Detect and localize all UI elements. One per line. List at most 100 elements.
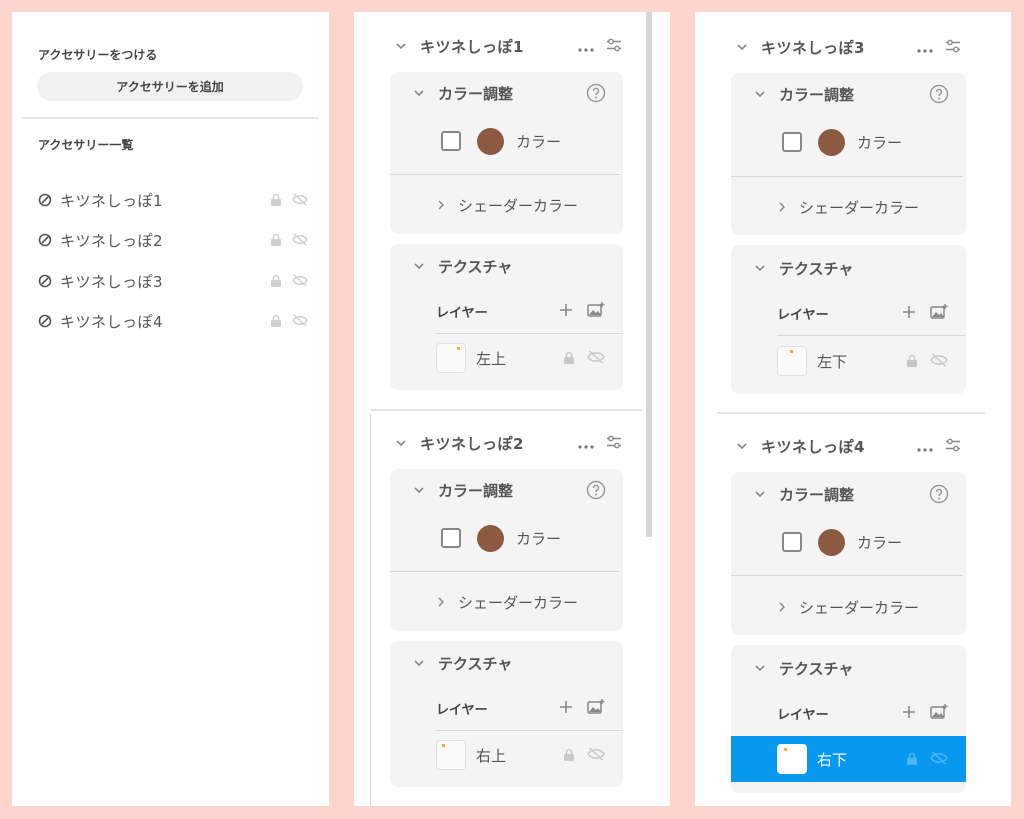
chevron-down-icon[interactable]	[412, 483, 426, 497]
color-swatch[interactable]	[818, 128, 845, 156]
help-icon[interactable]	[929, 84, 949, 104]
chevron-down-icon[interactable]	[412, 259, 426, 273]
chevron-right-icon[interactable]	[776, 201, 788, 213]
chevron-down-icon[interactable]	[753, 87, 767, 101]
eye-off-icon[interactable]	[930, 750, 948, 769]
settings-sliders-icon[interactable]	[945, 437, 961, 456]
color-label: カラー	[516, 529, 562, 548]
add-image-icon[interactable]	[587, 698, 605, 719]
eye-off-icon[interactable]	[292, 231, 308, 250]
layer-name: 左上	[476, 349, 507, 368]
accessory-header[interactable]: キツネしっぽ3	[735, 32, 961, 62]
add-image-icon[interactable]	[930, 303, 948, 324]
chevron-down-icon[interactable]	[753, 661, 767, 675]
lock-icon[interactable]	[906, 352, 918, 371]
add-image-icon[interactable]	[587, 301, 605, 322]
shader-color-label: シェーダーカラー	[458, 593, 579, 612]
chevron-down-icon[interactable]	[412, 86, 426, 100]
chevron-right-icon[interactable]	[435, 199, 447, 211]
layer-thumbnail	[436, 343, 466, 373]
layer-name: 左下	[817, 352, 848, 371]
help-icon[interactable]	[586, 480, 606, 500]
chevron-down-icon[interactable]	[753, 261, 767, 275]
list-item[interactable]: キツネしっぽ4	[38, 309, 308, 333]
shader-color-row[interactable]: シェーダーカラー	[776, 595, 919, 619]
eye-off-icon[interactable]	[292, 312, 308, 331]
color-swatch[interactable]	[477, 127, 504, 155]
eye-off-icon[interactable]	[587, 746, 605, 765]
more-icon[interactable]	[917, 437, 933, 456]
plus-icon[interactable]	[902, 304, 916, 323]
shader-color-row[interactable]: シェーダーカラー	[776, 195, 919, 219]
eye-off-icon[interactable]	[587, 349, 605, 368]
lock-icon[interactable]	[563, 349, 575, 368]
texture-header[interactable]: テクスチャ	[753, 256, 853, 280]
color-label: カラー	[857, 133, 903, 152]
color-adjust-header[interactable]: カラー調整	[753, 482, 854, 506]
eye-off-icon[interactable]	[292, 191, 308, 210]
color-adjust-header[interactable]: カラー調整	[412, 81, 513, 105]
more-icon[interactable]	[578, 37, 594, 56]
color-row: カラー	[782, 128, 902, 156]
color-adjust-title: カラー調整	[779, 485, 855, 504]
chevron-right-icon[interactable]	[435, 596, 447, 608]
color-adjust-box: カラー調整 カラー シェーダーカラー	[731, 73, 966, 235]
color-checkbox[interactable]	[441, 528, 461, 548]
lock-icon[interactable]	[906, 750, 918, 769]
more-icon[interactable]	[917, 38, 933, 57]
color-adjust-header[interactable]: カラー調整	[412, 478, 513, 502]
chevron-down-icon[interactable]	[735, 439, 749, 453]
color-adjust-title: カラー調整	[438, 481, 514, 500]
help-icon[interactable]	[586, 83, 606, 103]
lock-icon[interactable]	[270, 312, 282, 331]
shader-color-row[interactable]: シェーダーカラー	[435, 193, 578, 217]
accessory-list-heading: アクセサリー一覧	[38, 138, 134, 152]
lock-icon[interactable]	[270, 191, 282, 210]
color-swatch[interactable]	[477, 524, 504, 552]
texture-header[interactable]: テクスチャ	[753, 656, 853, 680]
more-icon[interactable]	[578, 434, 594, 453]
texture-title: テクスチャ	[438, 654, 513, 673]
chevron-right-icon[interactable]	[776, 601, 788, 613]
accessory-icon	[38, 314, 52, 328]
color-swatch[interactable]	[818, 528, 845, 556]
chevron-down-icon[interactable]	[735, 40, 749, 54]
layer-row[interactable]: 左下	[731, 338, 966, 384]
texture-header[interactable]: テクスチャ	[412, 254, 512, 278]
settings-sliders-icon[interactable]	[606, 434, 622, 453]
layer-row[interactable]: 左上	[390, 335, 623, 381]
shader-color-row[interactable]: シェーダーカラー	[435, 590, 578, 614]
scrollbar[interactable]	[646, 12, 652, 537]
lock-icon[interactable]	[563, 746, 575, 765]
color-adjust-header[interactable]: カラー調整	[753, 82, 854, 106]
accessory-header[interactable]: キツネしっぽ1	[394, 31, 622, 61]
accessory-header[interactable]: キツネしっぽ4	[735, 431, 961, 461]
plus-icon[interactable]	[902, 704, 916, 723]
texture-header[interactable]: テクスチャ	[412, 651, 512, 675]
list-item[interactable]: キツネしっぽ2	[38, 228, 308, 252]
add-image-icon[interactable]	[930, 703, 948, 724]
accessory-header[interactable]: キツネしっぽ2	[394, 428, 622, 458]
settings-sliders-icon[interactable]	[606, 37, 622, 56]
chevron-down-icon[interactable]	[412, 656, 426, 670]
chevron-down-icon[interactable]	[753, 487, 767, 501]
layer-row-selected[interactable]: 右下	[731, 736, 966, 782]
chevron-down-icon[interactable]	[394, 436, 408, 450]
plus-icon[interactable]	[559, 699, 573, 718]
layer-row[interactable]: 右上	[390, 732, 623, 778]
eye-off-icon[interactable]	[292, 272, 308, 291]
list-item[interactable]: キツネしっぽ1	[38, 188, 308, 212]
color-checkbox[interactable]	[441, 131, 461, 151]
layer-header: レイヤー	[777, 701, 948, 725]
color-checkbox[interactable]	[782, 532, 802, 552]
chevron-down-icon[interactable]	[394, 39, 408, 53]
color-checkbox[interactable]	[782, 132, 802, 152]
settings-sliders-icon[interactable]	[945, 38, 961, 57]
lock-icon[interactable]	[270, 231, 282, 250]
list-item[interactable]: キツネしっぽ3	[38, 269, 308, 293]
eye-off-icon[interactable]	[930, 352, 948, 371]
help-icon[interactable]	[929, 484, 949, 504]
lock-icon[interactable]	[270, 272, 282, 291]
plus-icon[interactable]	[559, 302, 573, 321]
add-accessory-button[interactable]: アクセサリーを追加	[37, 72, 303, 101]
